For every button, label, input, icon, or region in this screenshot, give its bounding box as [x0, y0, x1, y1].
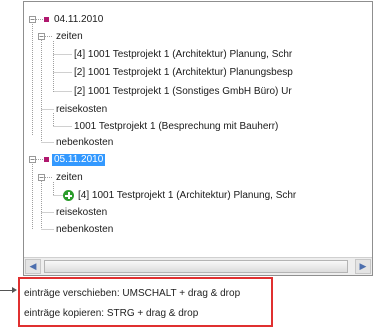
day2-date-node[interactable]: 05.11.2010: [52, 154, 106, 166]
day1-reisekosten-node[interactable]: reisekosten: [56, 104, 107, 116]
day1-zeiten-expander-icon[interactable]: −: [38, 33, 45, 41]
day1-reisekosten-item[interactable]: 1001 Testprojekt 1 (Besprechung mit Bauh…: [74, 121, 278, 133]
move-hint: einträge verschieben: UMSCHALT + drag & …: [24, 288, 241, 299]
add-icon: [63, 190, 74, 201]
day1-zeiten-item[interactable]: [2] 1001 Testprojekt 1 (Sonstiges GmbH B…: [74, 86, 292, 98]
scroll-right-arrow-icon[interactable]: ▶: [355, 259, 371, 274]
day2-date-marker-icon: [44, 157, 49, 162]
day2-expander-icon[interactable]: −: [29, 156, 36, 164]
day1-zeiten-item[interactable]: [2] 1001 Testprojekt 1 (Architektur) Pla…: [74, 67, 293, 79]
copy-hint: einträge kopieren: STRG + drag & drop: [24, 308, 199, 319]
callout-pointer-arrow-icon: [12, 287, 17, 293]
day2-zeiten-item[interactable]: [4] 1001 Testprojekt 1 (Architektur) Pla…: [78, 190, 296, 202]
hint-box: einträge verschieben: UMSCHALT + drag & …: [18, 277, 273, 327]
day1-date-node[interactable]: 04.11.2010: [54, 14, 103, 26]
horizontal-scrollbar[interactable]: ◀ ▶: [24, 257, 372, 275]
scroll-left-arrow-icon[interactable]: ◀: [25, 259, 41, 274]
day2-nebenkosten-node[interactable]: nebenkosten: [56, 224, 113, 236]
day2-reisekosten-node[interactable]: reisekosten: [56, 207, 107, 219]
day1-zeiten-item[interactable]: [4] 1001 Testprojekt 1 (Architektur) Pla…: [74, 49, 292, 61]
day1-nebenkosten-node[interactable]: nebenkosten: [56, 137, 113, 149]
tree-panel[interactable]: − 04.11.2010 − zeiten [4] 1001 Testproje…: [23, 1, 373, 276]
callout-pointer-line: [0, 290, 12, 291]
day1-expander-icon[interactable]: −: [29, 16, 36, 24]
day2-zeiten-node[interactable]: zeiten: [56, 172, 83, 184]
scrollbar-thumb[interactable]: [44, 260, 348, 273]
tree-viewport: − 04.11.2010 − zeiten [4] 1001 Testproje…: [24, 2, 372, 257]
day2-zeiten-expander-icon[interactable]: −: [38, 174, 45, 182]
day1-zeiten-node[interactable]: zeiten: [56, 31, 83, 43]
day1-date-marker-icon: [44, 17, 49, 22]
